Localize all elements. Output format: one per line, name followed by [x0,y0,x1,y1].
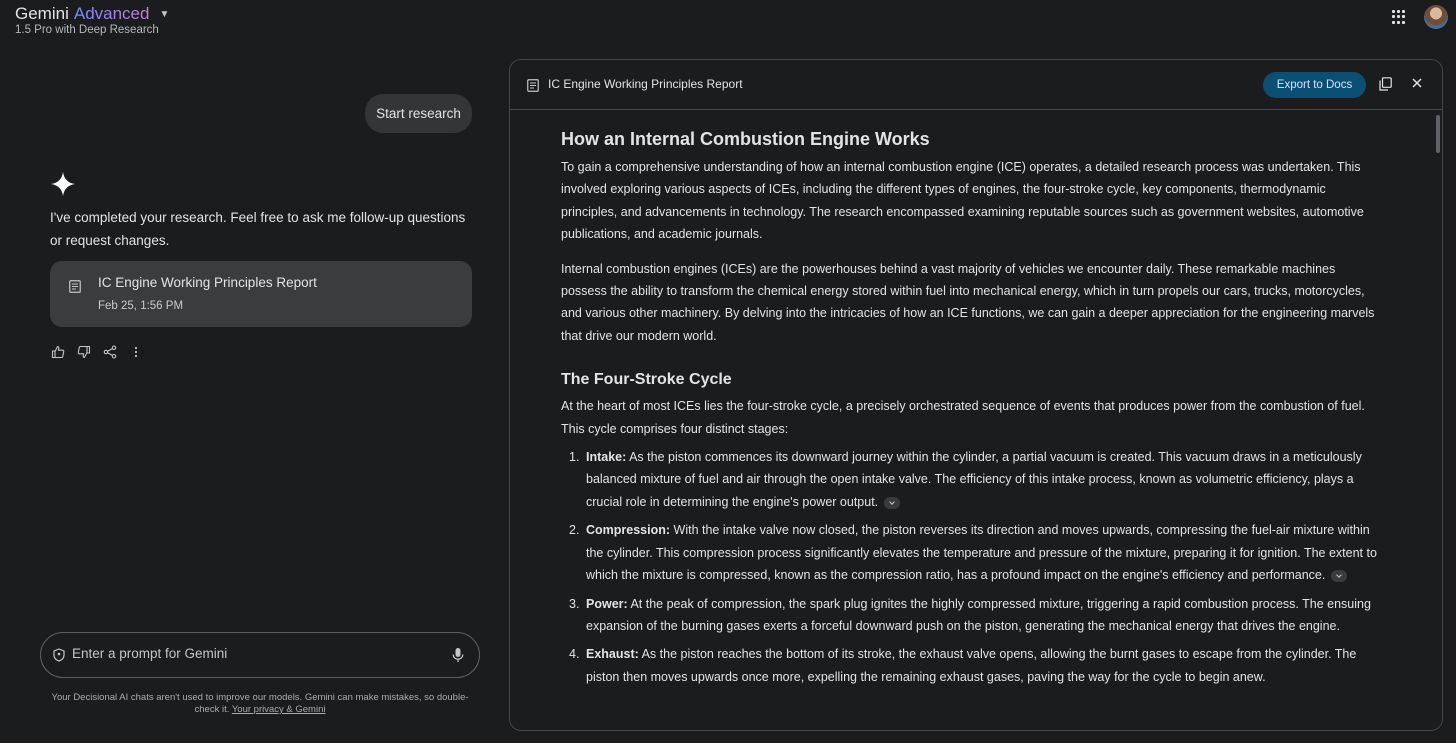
more-vert-icon[interactable] [129,345,143,359]
source-chip[interactable] [884,496,901,509]
report-card[interactable]: IC Engine Working Principles Report Feb … [50,261,472,327]
report-heading: How an Internal Combustion Engine Works [561,129,930,149]
list-term: Exhaust: [586,647,639,662]
copy-icon[interactable] [1379,77,1392,91]
report-paragraph: To gain a comprehensive understanding of… [561,160,1364,242]
stroke-list: 1. Intake: As the piston commences its d… [561,446,1381,688]
list-text: As the piston reaches the bottom of its … [586,647,1357,684]
document-icon [527,79,539,92]
source-chip[interactable] [1331,569,1348,582]
list-term: Power: [586,596,628,611]
list-item: 3. Power: At the peak of compression, th… [561,593,1381,638]
export-to-docs-button[interactable]: Export to Docs [1263,72,1366,98]
list-number: 1. [569,450,580,465]
model-switcher[interactable]: Gemini Advanced ▼ [15,4,169,24]
list-number: 4. [569,647,580,662]
user-message: Start research [365,94,472,133]
list-number: 3. [569,596,580,611]
microphone-icon[interactable] [452,647,464,663]
list-item: 2. Compression: With the intake valve no… [561,519,1381,586]
brand-advanced: Advanced [73,4,150,23]
avatar[interactable] [1424,5,1448,29]
privacy-link[interactable]: Your privacy & Gemini [232,704,326,715]
assistant-reply: I've completed your research. Feel free … [50,210,466,248]
list-text: At the peak of compression, the spark pl… [586,596,1371,633]
list-item: 1. Intake: As the piston commences its d… [561,446,1381,513]
chevron-down-icon: ▼ [159,8,170,20]
prompt-box [40,632,480,678]
report-card-title: IC Engine Working Principles Report [98,275,317,290]
top-bar: Gemini Advanced ▼ 1.5 Pro with Deep Rese… [0,0,1456,44]
shield-icon [53,648,65,662]
report-paragraph: Internal combustion engines (ICEs) are t… [561,261,1375,343]
section-intro: At the heart of most ICEs lies the four-… [561,399,1365,436]
report-panel-header: IC Engine Working Principles Report Expo… [510,60,1442,110]
list-item: 4. Exhaust: As the piston reaches the bo… [561,643,1381,688]
list-number: 2. [569,523,580,538]
share-icon[interactable] [103,345,117,359]
section-heading: The Four-Stroke Cycle [561,371,732,389]
close-icon[interactable] [1411,77,1423,89]
report-panel: IC Engine Working Principles Report Expo… [509,59,1443,731]
model-label: 1.5 Pro with Deep Research [15,24,159,36]
list-term: Compression: [586,523,671,538]
gemini-sparkle-icon [51,172,75,196]
response-actions [51,345,143,359]
thumbs-up-icon[interactable] [51,345,65,359]
scrollbar[interactable] [1432,110,1442,730]
list-text: As the piston commences its downward jou… [586,450,1362,509]
prompt-input[interactable] [70,645,434,662]
disclaimer: Your Decisional AI chats aren't used to … [40,692,480,716]
apps-grid-icon[interactable] [1392,10,1406,24]
list-term: Intake: [586,450,627,465]
thumbs-down-icon[interactable] [77,345,91,359]
list-text: With the intake valve now closed, the pi… [586,523,1377,583]
scrollbar-thumb[interactable] [1436,115,1440,153]
report-content: How an Internal Combustion Engine Works … [561,127,1381,688]
report-card-date: Feb 25, 1:56 PM [98,300,184,312]
brand-name: Gemini [15,4,69,23]
report-panel-title: IC Engine Working Principles Report [548,77,743,91]
document-icon [69,280,81,293]
